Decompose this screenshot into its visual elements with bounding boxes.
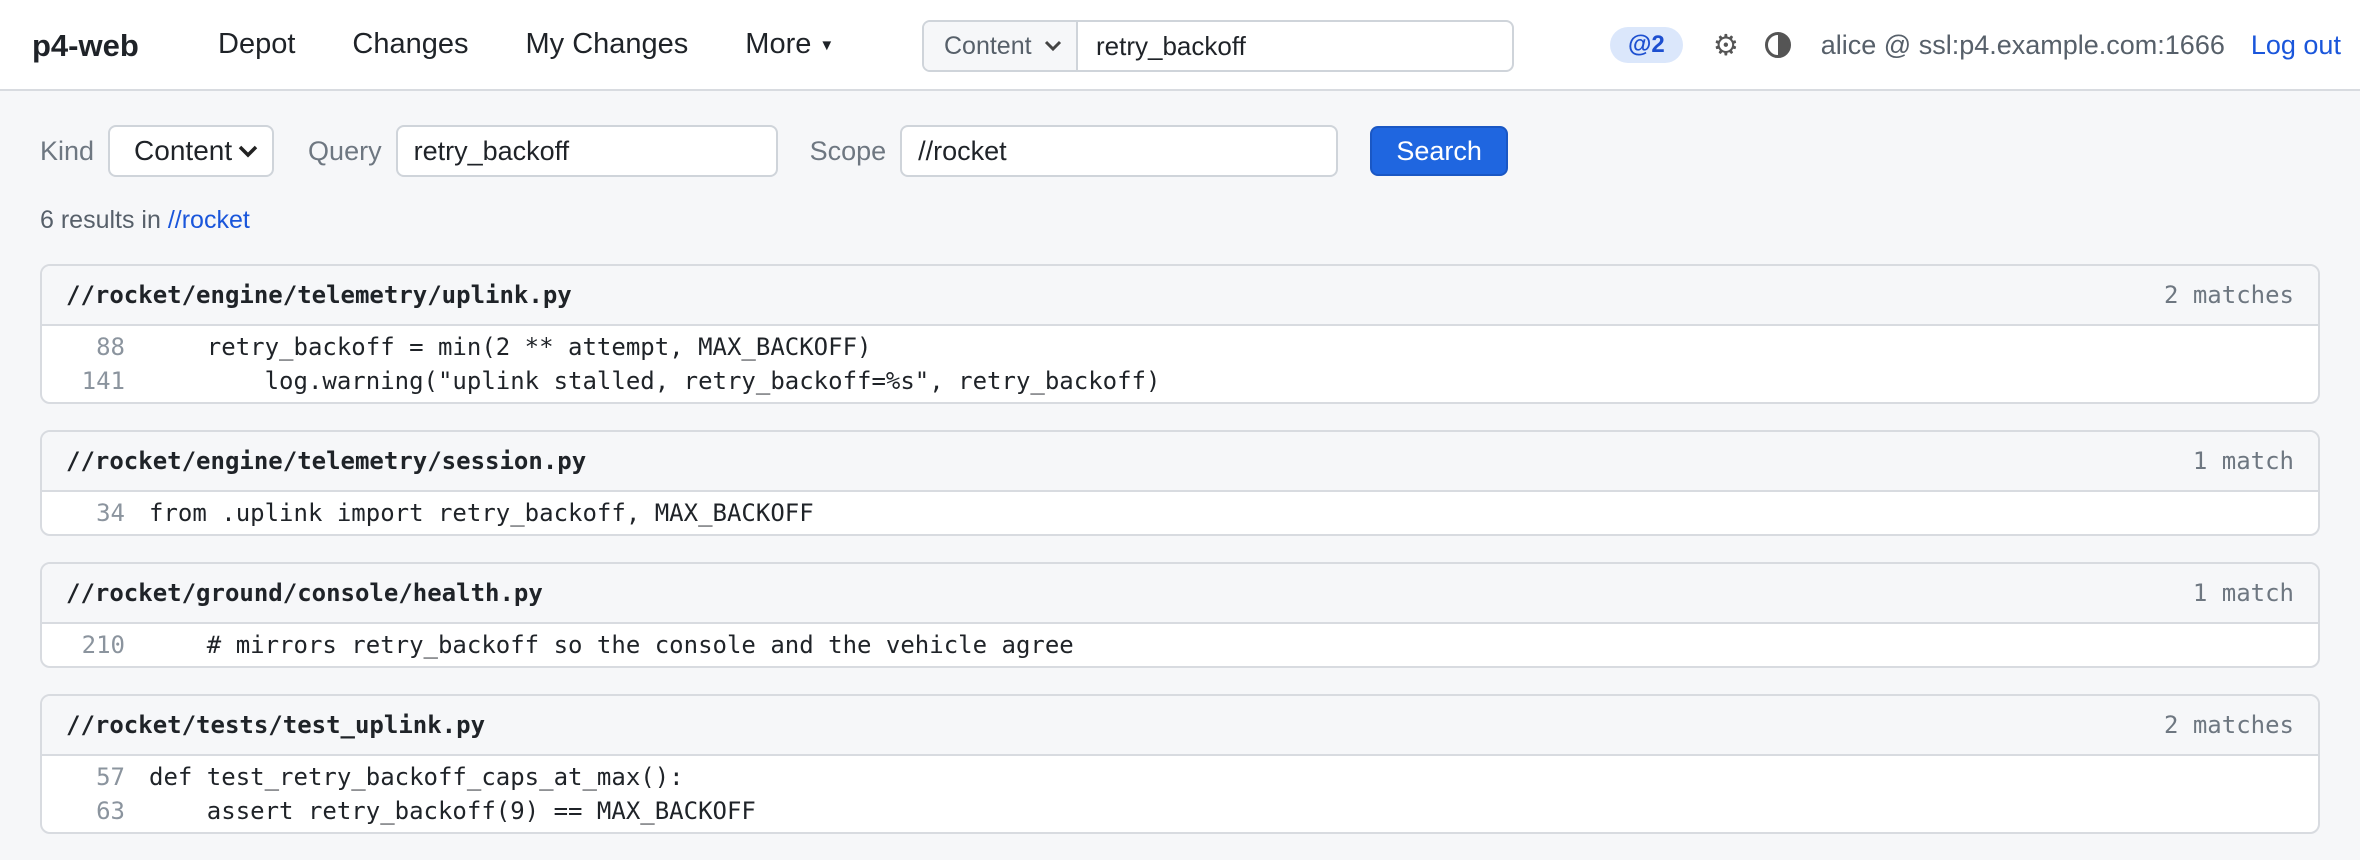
nav-changes[interactable]: Changes	[352, 28, 468, 61]
results-list: //rocket/engine/telemetry/uplink.py 2 ma…	[40, 264, 2320, 860]
result-file-path[interactable]: //rocket/tests/test_uplink.py	[66, 711, 485, 739]
header-search-kind-select[interactable]: Content	[924, 22, 1078, 70]
logout-link[interactable]: Log out	[2251, 30, 2341, 61]
scope-link[interactable]: //rocket	[168, 206, 250, 234]
match-line[interactable]: 141 log.warning("uplink stalled, retry_b…	[42, 364, 2318, 398]
main-nav: Depot Changes My Changes More ▼	[218, 28, 891, 61]
user-server-label: alice @ ssl:p4.example.com:1666	[1820, 29, 2225, 60]
result-lines: 34 from .uplink import retry_backoff, MA…	[42, 492, 2318, 534]
result-card: //rocket/ground/console/health.py 1 matc…	[40, 562, 2320, 668]
result-lines: 210 # mirrors retry_backoff so the conso…	[42, 624, 2318, 666]
line-code: assert retry_backoff(9) == MAX_BACKOFF	[149, 797, 756, 825]
line-code: def test_retry_backoff_caps_at_max():	[149, 763, 684, 791]
chevron-down-icon	[238, 145, 258, 158]
line-code: retry_backoff = min(2 ** attempt, MAX_BA…	[149, 333, 872, 361]
nav-my-changes[interactable]: My Changes	[525, 28, 688, 61]
brand-logo[interactable]: p4-web	[32, 28, 139, 64]
line-number: 210	[81, 631, 125, 659]
result-header: //rocket/engine/telemetry/session.py 1 m…	[42, 432, 2318, 492]
result-match-count: 2 matches	[2163, 281, 2294, 309]
result-card: //rocket/tests/test_uplink.py 2 matches …	[40, 694, 2320, 834]
search-form: Kind Content Query retry_backoff Scope /…	[40, 125, 1509, 177]
result-header: //rocket/engine/telemetry/uplink.py 2 ma…	[42, 266, 2318, 326]
nav-more[interactable]: More ▼	[745, 28, 834, 61]
top-bar: p4-web Depot Changes My Changes More ▼ Co…	[0, 0, 2360, 91]
match-line[interactable]: 88 retry_backoff = min(2 ** attempt, MAX…	[42, 330, 2318, 364]
result-match-count: 1 match	[2192, 447, 2294, 475]
line-number: 141	[81, 367, 125, 395]
match-line[interactable]: 34 from .uplink import retry_backoff, MA…	[42, 496, 2318, 530]
line-number: 34	[96, 499, 125, 527]
line-number: 63	[96, 797, 125, 825]
result-header: //rocket/ground/console/health.py 1 matc…	[42, 564, 2318, 624]
kind-select-value: Content	[134, 135, 233, 166]
notification-badge[interactable]: @2	[1610, 27, 1683, 63]
result-match-count: 1 match	[2192, 579, 2294, 607]
match-line[interactable]: 63 assert retry_backoff(9) == MAX_BACKOF…	[42, 794, 2318, 828]
query-input[interactable]: retry_backoff	[395, 125, 778, 177]
chevron-down-icon	[1044, 40, 1062, 52]
line-code: # mirrors retry_backoff so the console a…	[149, 631, 1074, 659]
match-line[interactable]: 210 # mirrors retry_backoff so the conso…	[42, 628, 2318, 662]
kind-label: Kind	[40, 135, 95, 166]
header-tools: @2 ⚙ alice @ ssl:p4.example.com:1666 Log…	[1610, 27, 2341, 63]
result-card: //rocket/engine/telemetry/session.py 1 m…	[40, 430, 2320, 536]
match-line[interactable]: 57 def test_retry_backoff_caps_at_max():	[42, 760, 2318, 794]
kind-select[interactable]: Content	[108, 125, 275, 177]
header-search-kind-value: Content	[944, 31, 1032, 60]
nav-depot[interactable]: Depot	[218, 28, 295, 61]
result-lines: 88 retry_backoff = min(2 ** attempt, MAX…	[42, 326, 2318, 402]
result-file-path[interactable]: //rocket/ground/console/health.py	[66, 579, 543, 607]
scope-label: Scope	[809, 135, 887, 166]
caret-down-icon: ▼	[819, 36, 835, 54]
result-match-count: 2 matches	[2163, 711, 2294, 739]
line-code: from .uplink import retry_backoff, MAX_B…	[149, 499, 814, 527]
header-search: Content retry_backoff	[922, 20, 1514, 72]
result-header: //rocket/tests/test_uplink.py 2 matches	[42, 696, 2318, 756]
line-number: 88	[96, 333, 125, 361]
result-lines: 57 def test_retry_backoff_caps_at_max():…	[42, 756, 2318, 832]
result-file-path[interactable]: //rocket/engine/telemetry/session.py	[66, 447, 586, 475]
search-button[interactable]: Search	[1370, 126, 1509, 176]
line-number: 57	[96, 763, 125, 791]
result-card: //rocket/engine/telemetry/uplink.py 2 ma…	[40, 264, 2320, 404]
scope-input[interactable]: //rocket	[900, 125, 1339, 177]
theme-toggle-icon[interactable]	[1764, 32, 1791, 58]
result-file-path[interactable]: //rocket/engine/telemetry/uplink.py	[66, 281, 572, 309]
results-summary-text: 6 results in	[40, 206, 168, 234]
line-code: log.warning("uplink stalled, retry_backo…	[149, 367, 1161, 395]
gear-icon[interactable]: ⚙	[1713, 28, 1739, 63]
nav-more-label: More	[745, 28, 812, 60]
query-label: Query	[308, 135, 382, 166]
results-summary: 6 results in //rocket	[40, 206, 250, 235]
header-search-input[interactable]: retry_backoff	[1078, 22, 1512, 70]
